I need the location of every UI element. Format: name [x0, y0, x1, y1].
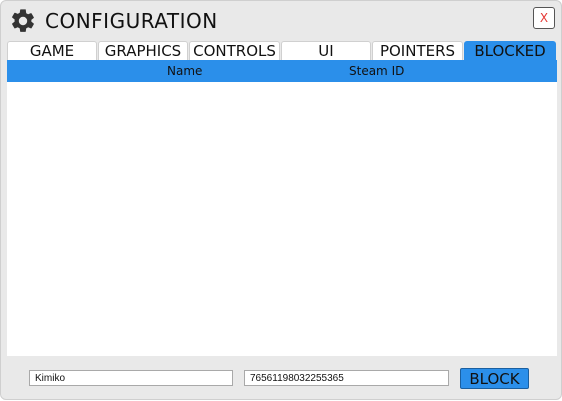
name-input[interactable] — [29, 370, 233, 386]
block-form: BLOCK — [1, 357, 562, 401]
column-header-steam-id[interactable]: Steam ID — [349, 64, 404, 78]
tab-pointers[interactable]: POINTERS — [372, 41, 463, 60]
block-button[interactable]: BLOCK — [460, 368, 529, 389]
steam-id-input[interactable] — [244, 370, 449, 386]
tab-controls[interactable]: CONTROLS — [189, 41, 280, 60]
table-header: Name Steam ID — [7, 60, 557, 82]
tab-ui[interactable]: UI — [281, 41, 371, 60]
tab-graphics[interactable]: GRAPHICS — [98, 41, 188, 60]
tab-bar: GAME GRAPHICS CONTROLS UI POINTERS BLOCK… — [7, 41, 557, 60]
close-button[interactable]: X — [533, 7, 555, 29]
blocked-list-panel: Name Steam ID — [7, 60, 557, 356]
configuration-window: CONFIGURATION X GAME GRAPHICS CONTROLS U… — [0, 0, 562, 400]
tab-blocked[interactable]: BLOCKED — [464, 41, 556, 60]
title-bar: CONFIGURATION — [9, 7, 409, 35]
column-header-name[interactable]: Name — [167, 64, 202, 78]
tab-game[interactable]: GAME — [7, 41, 97, 60]
gear-icon — [12, 9, 34, 32]
window-title: CONFIGURATION — [45, 9, 218, 33]
